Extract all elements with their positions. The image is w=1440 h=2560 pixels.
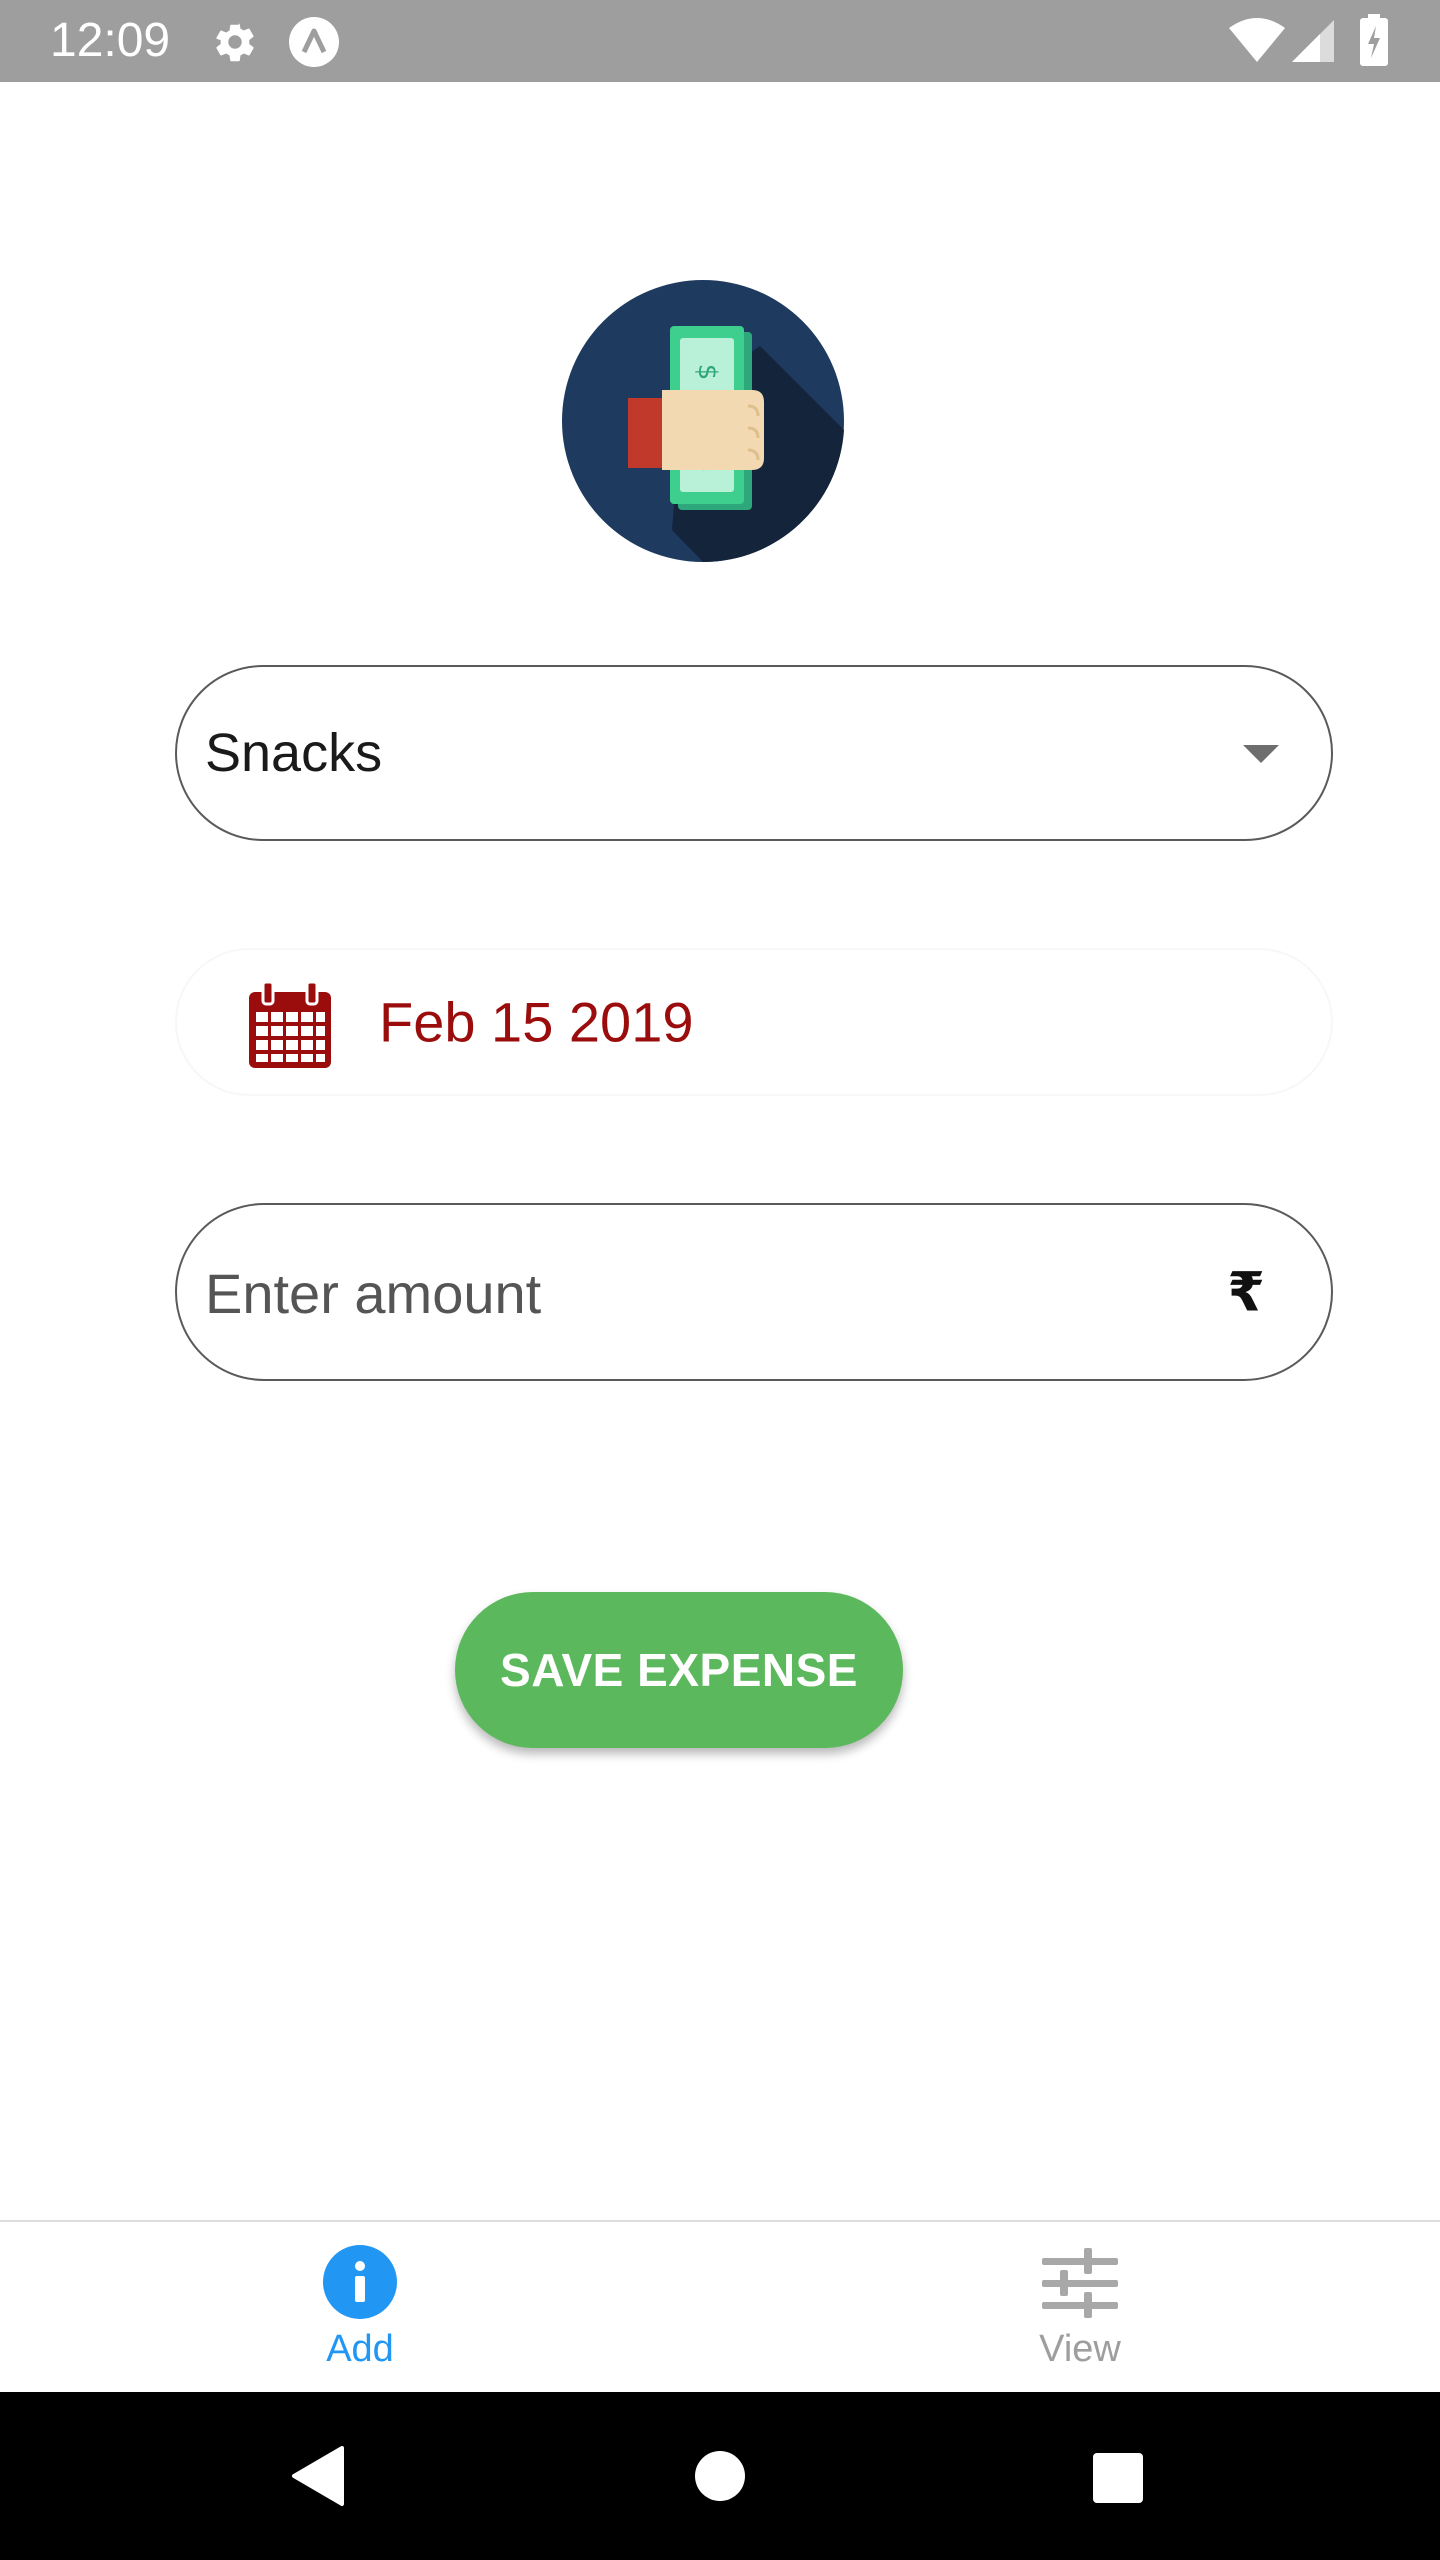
system-nav-bar xyxy=(0,2392,1440,2560)
home-icon[interactable] xyxy=(694,2450,746,2502)
status-time: 12:09 xyxy=(50,14,171,67)
rupee-icon: ₹ xyxy=(1227,1260,1265,1324)
tab-add[interactable]: Add xyxy=(0,2222,720,2392)
a-circle-icon xyxy=(289,17,339,67)
back-icon[interactable] xyxy=(290,2444,346,2508)
amount-input[interactable] xyxy=(205,1245,1105,1341)
signal-icon xyxy=(1292,20,1334,62)
date-value: Feb 15 2019 xyxy=(379,990,694,1054)
amount-field: ₹ xyxy=(175,1203,1333,1381)
add-expense-screen: 12:09 $ $ xyxy=(0,0,1440,2560)
recents-icon[interactable] xyxy=(1092,2452,1144,2504)
battery-charging-icon xyxy=(1360,14,1388,66)
category-value: Snacks xyxy=(205,723,383,783)
bottom-tab-bar: Add View xyxy=(0,2220,1440,2392)
svg-text:$: $ xyxy=(692,364,722,381)
category-select[interactable]: Snacks xyxy=(175,665,1333,841)
gear-icon xyxy=(216,23,254,62)
sliders-icon xyxy=(1042,2248,1118,2318)
wifi-icon xyxy=(1229,18,1285,62)
hand-holding-money-icon: $ $ xyxy=(562,280,844,562)
tab-add-label: Add xyxy=(326,2328,394,2370)
info-icon xyxy=(323,2245,397,2319)
status-bar: 12:09 xyxy=(0,0,1440,82)
caret-down-icon xyxy=(1243,745,1279,763)
date-picker[interactable]: Feb 15 2019 xyxy=(175,948,1333,1096)
tab-view[interactable]: View xyxy=(720,2222,1440,2392)
calendar-icon xyxy=(249,982,331,1068)
save-expense-button[interactable]: SAVE EXPENSE xyxy=(455,1592,903,1748)
tab-view-label: View xyxy=(1039,2328,1121,2370)
